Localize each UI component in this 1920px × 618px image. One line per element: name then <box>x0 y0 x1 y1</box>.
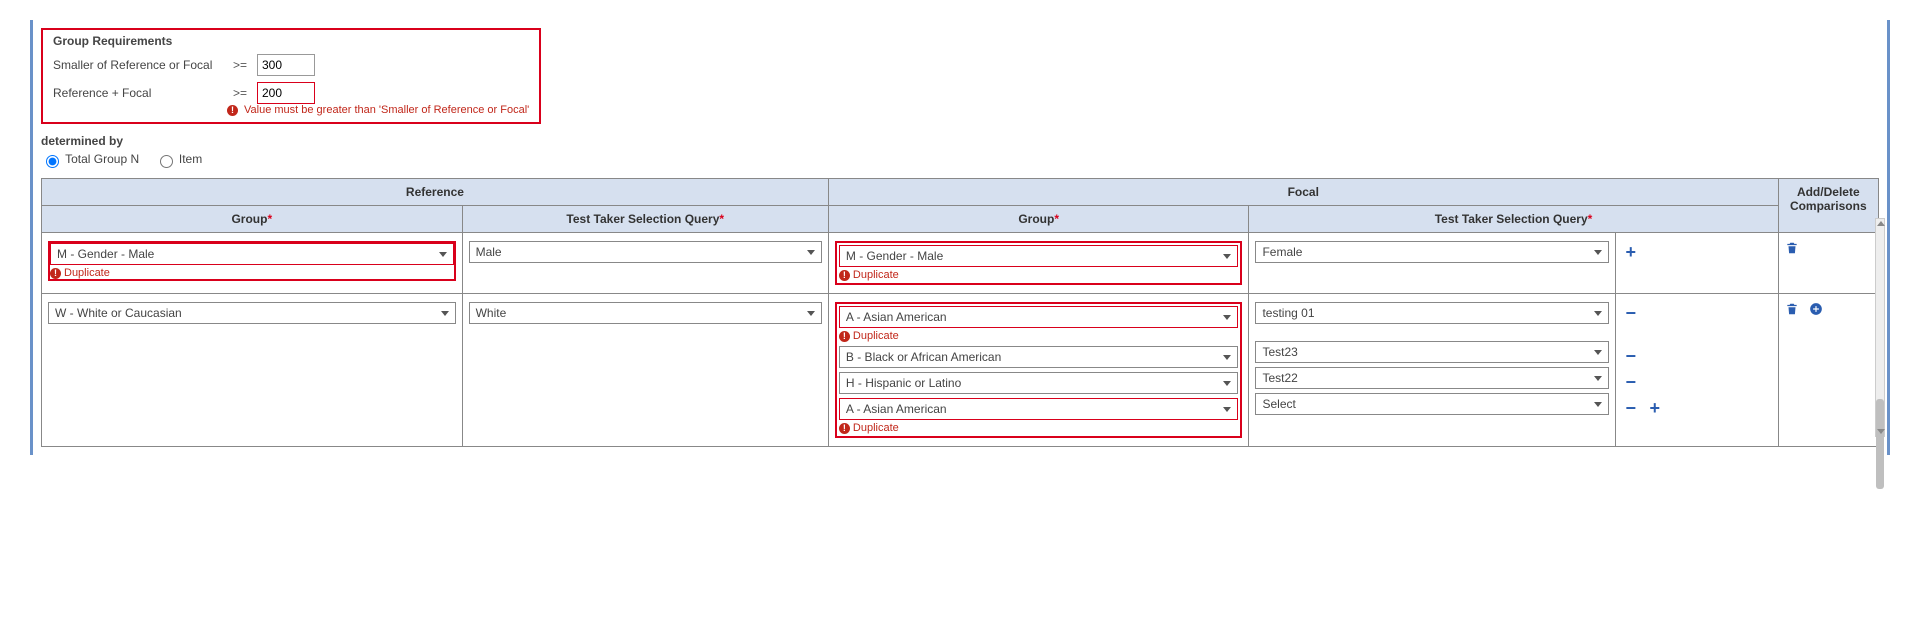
header-foc-group: Group* <box>828 206 1249 233</box>
radio-item-label[interactable]: Item <box>155 152 203 166</box>
sum-input[interactable] <box>257 82 315 104</box>
smaller-label: Smaller of Reference or Focal <box>53 58 233 72</box>
focal-group-dropdown[interactable]: A - Asian American <box>839 398 1239 420</box>
reference-group-dropdown[interactable]: W - White or Caucasian <box>48 302 456 324</box>
reference-group-dropdown[interactable]: M - Gender - Male <box>50 243 454 265</box>
error-icon <box>839 422 853 434</box>
scroll-up-icon[interactable] <box>1877 221 1885 226</box>
radio-total-label[interactable]: Total Group N <box>41 152 143 166</box>
sum-error-message: Value must be greater than 'Smaller of R… <box>227 104 529 116</box>
reference-query-dropdown[interactable]: White <box>469 302 822 324</box>
comparisons-table: Reference Focal Add/Delete Comparisons G… <box>41 178 1879 447</box>
header-foc-query: Test Taker Selection Query* <box>1249 206 1778 233</box>
error-icon <box>227 104 241 116</box>
focal-query-dropdown[interactable]: Test22 <box>1255 367 1608 389</box>
smaller-input[interactable] <box>257 54 315 76</box>
delete-comparison-button[interactable] <box>1785 241 1801 258</box>
header-adddel: Add/Delete Comparisons <box>1778 179 1878 233</box>
group-requirements-panel: Group Requirements Smaller of Reference … <box>41 28 541 124</box>
remove-focal-button[interactable]: − <box>1622 399 1640 417</box>
error-icon <box>839 330 853 342</box>
error-text: Duplicate <box>853 422 899 434</box>
focal-query-dropdown[interactable]: Female <box>1255 241 1608 263</box>
scroll-thumb[interactable] <box>1876 399 1884 489</box>
determined-by-radio-group: Total Group N Item <box>41 152 1879 168</box>
vertical-scrollbar[interactable] <box>1875 218 1885 437</box>
add-focal-button[interactable]: + <box>1622 243 1640 261</box>
group-requirements-legend: Group Requirements <box>53 34 174 48</box>
reference-query-dropdown[interactable]: Male <box>469 241 822 263</box>
op-ge-2: >= <box>233 86 257 100</box>
remove-focal-button[interactable]: − <box>1622 304 1640 322</box>
focal-query-dropdown[interactable]: Test23 <box>1255 341 1608 363</box>
radio-total[interactable] <box>46 155 59 168</box>
table-row: W - White or Caucasian White A - Asian Ame… <box>42 294 1879 447</box>
focal-group-dropdown[interactable]: B - Black or African American <box>839 346 1239 368</box>
error-text: Duplicate <box>853 330 899 342</box>
scroll-down-icon[interactable] <box>1877 429 1885 434</box>
remove-focal-button[interactable]: − <box>1622 347 1640 365</box>
radio-item[interactable] <box>160 155 173 168</box>
focal-query-dropdown[interactable]: testing 01 <box>1255 302 1608 324</box>
error-icon <box>50 267 64 279</box>
remove-focal-button[interactable]: − <box>1622 373 1640 391</box>
focal-group-dropdown[interactable]: A - Asian American <box>839 306 1239 328</box>
header-reference: Reference <box>42 179 829 206</box>
error-text: Duplicate <box>853 269 899 281</box>
focal-group-dropdown[interactable]: M - Gender - Male <box>839 245 1239 267</box>
delete-comparison-button[interactable] <box>1785 302 1801 319</box>
focal-query-dropdown[interactable]: Select <box>1255 393 1608 415</box>
add-focal-button[interactable]: + <box>1646 399 1664 417</box>
focal-group-dropdown[interactable]: H - Hispanic or Latino <box>839 372 1239 394</box>
error-text: Duplicate <box>64 267 110 279</box>
error-icon <box>839 269 853 281</box>
determined-by-label: determined by <box>41 134 1879 148</box>
table-row: M - Gender - Male Duplicate Male M - Gender… <box>42 233 1879 294</box>
sum-label: Reference + Focal <box>53 86 233 100</box>
header-ref-query: Test Taker Selection Query* <box>462 206 828 233</box>
op-ge-1: >= <box>233 58 257 72</box>
header-ref-group: Group* <box>42 206 463 233</box>
add-comparison-button[interactable] <box>1809 302 1823 319</box>
sum-error-text: Value must be greater than 'Smaller of R… <box>244 104 529 116</box>
header-focal: Focal <box>828 179 1778 206</box>
